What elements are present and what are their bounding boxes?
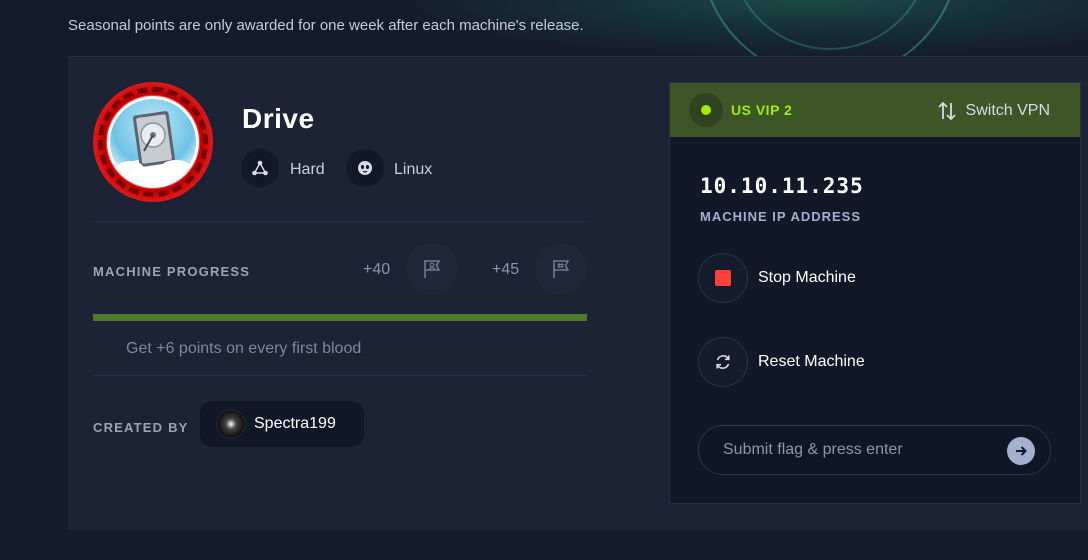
- creator-name: Spectra199: [254, 415, 336, 432]
- status-dot-icon: [701, 105, 711, 115]
- stop-icon: [698, 253, 748, 303]
- switch-vpn-button[interactable]: Switch VPN: [936, 100, 1050, 122]
- flag-input[interactable]: [699, 426, 1050, 474]
- machine-name: Drive: [242, 103, 315, 134]
- difficulty-label: Hard: [290, 161, 325, 178]
- created-by-label: CREATED BY: [93, 420, 189, 435]
- user-points: +40: [363, 261, 391, 278]
- machine-ip-label: MACHINE IP ADDRESS: [700, 209, 862, 224]
- refresh-icon: [698, 337, 748, 387]
- vpn-status-indicator: [689, 93, 723, 127]
- difficulty-icon: [241, 149, 279, 187]
- linux-icon: [346, 149, 384, 187]
- root-flag-icon[interactable]: [535, 243, 587, 295]
- stop-machine-button[interactable]: Stop Machine: [698, 253, 856, 303]
- arrow-right-icon: [1016, 446, 1027, 456]
- flag-input-container: [698, 425, 1051, 475]
- submit-flag-button[interactable]: [1007, 437, 1035, 465]
- switch-vpn-label: Switch VPN: [965, 102, 1050, 119]
- divider: [93, 221, 587, 222]
- creator-avatar: [216, 409, 246, 439]
- creator-chip[interactable]: Spectra199: [200, 401, 364, 447]
- first-blood-bonus-text: Get +6 points on every first blood: [126, 340, 362, 357]
- machine-card: Drive Hard Linux MACHINE PROGRESS +40 +4…: [68, 56, 1088, 530]
- switch-arrows-icon: [937, 101, 956, 121]
- divider: [93, 375, 587, 376]
- vpn-header: US VIP 2 Switch VPN: [670, 83, 1080, 137]
- root-points: +45: [492, 261, 520, 278]
- season-note: Seasonal points are only awarded for one…: [68, 17, 584, 34]
- machine-avatar: [93, 82, 213, 202]
- machine-progress-bar: [93, 314, 587, 321]
- os-label: Linux: [394, 161, 433, 178]
- user-flag-icon[interactable]: [406, 243, 458, 295]
- vpn-server-name: US VIP 2: [731, 102, 793, 118]
- stop-machine-label: Stop Machine: [758, 269, 856, 286]
- progress-fill: [93, 314, 587, 321]
- reset-machine-button[interactable]: Reset Machine: [698, 337, 865, 387]
- reset-machine-label: Reset Machine: [758, 353, 865, 370]
- machine-progress-label: MACHINE PROGRESS: [93, 264, 251, 279]
- instance-panel: US VIP 2 Switch VPN 10.10.11.235 MACHINE…: [669, 82, 1081, 504]
- hard-drive-icon: [113, 111, 193, 185]
- machine-ip[interactable]: 10.10.11.235: [700, 174, 864, 198]
